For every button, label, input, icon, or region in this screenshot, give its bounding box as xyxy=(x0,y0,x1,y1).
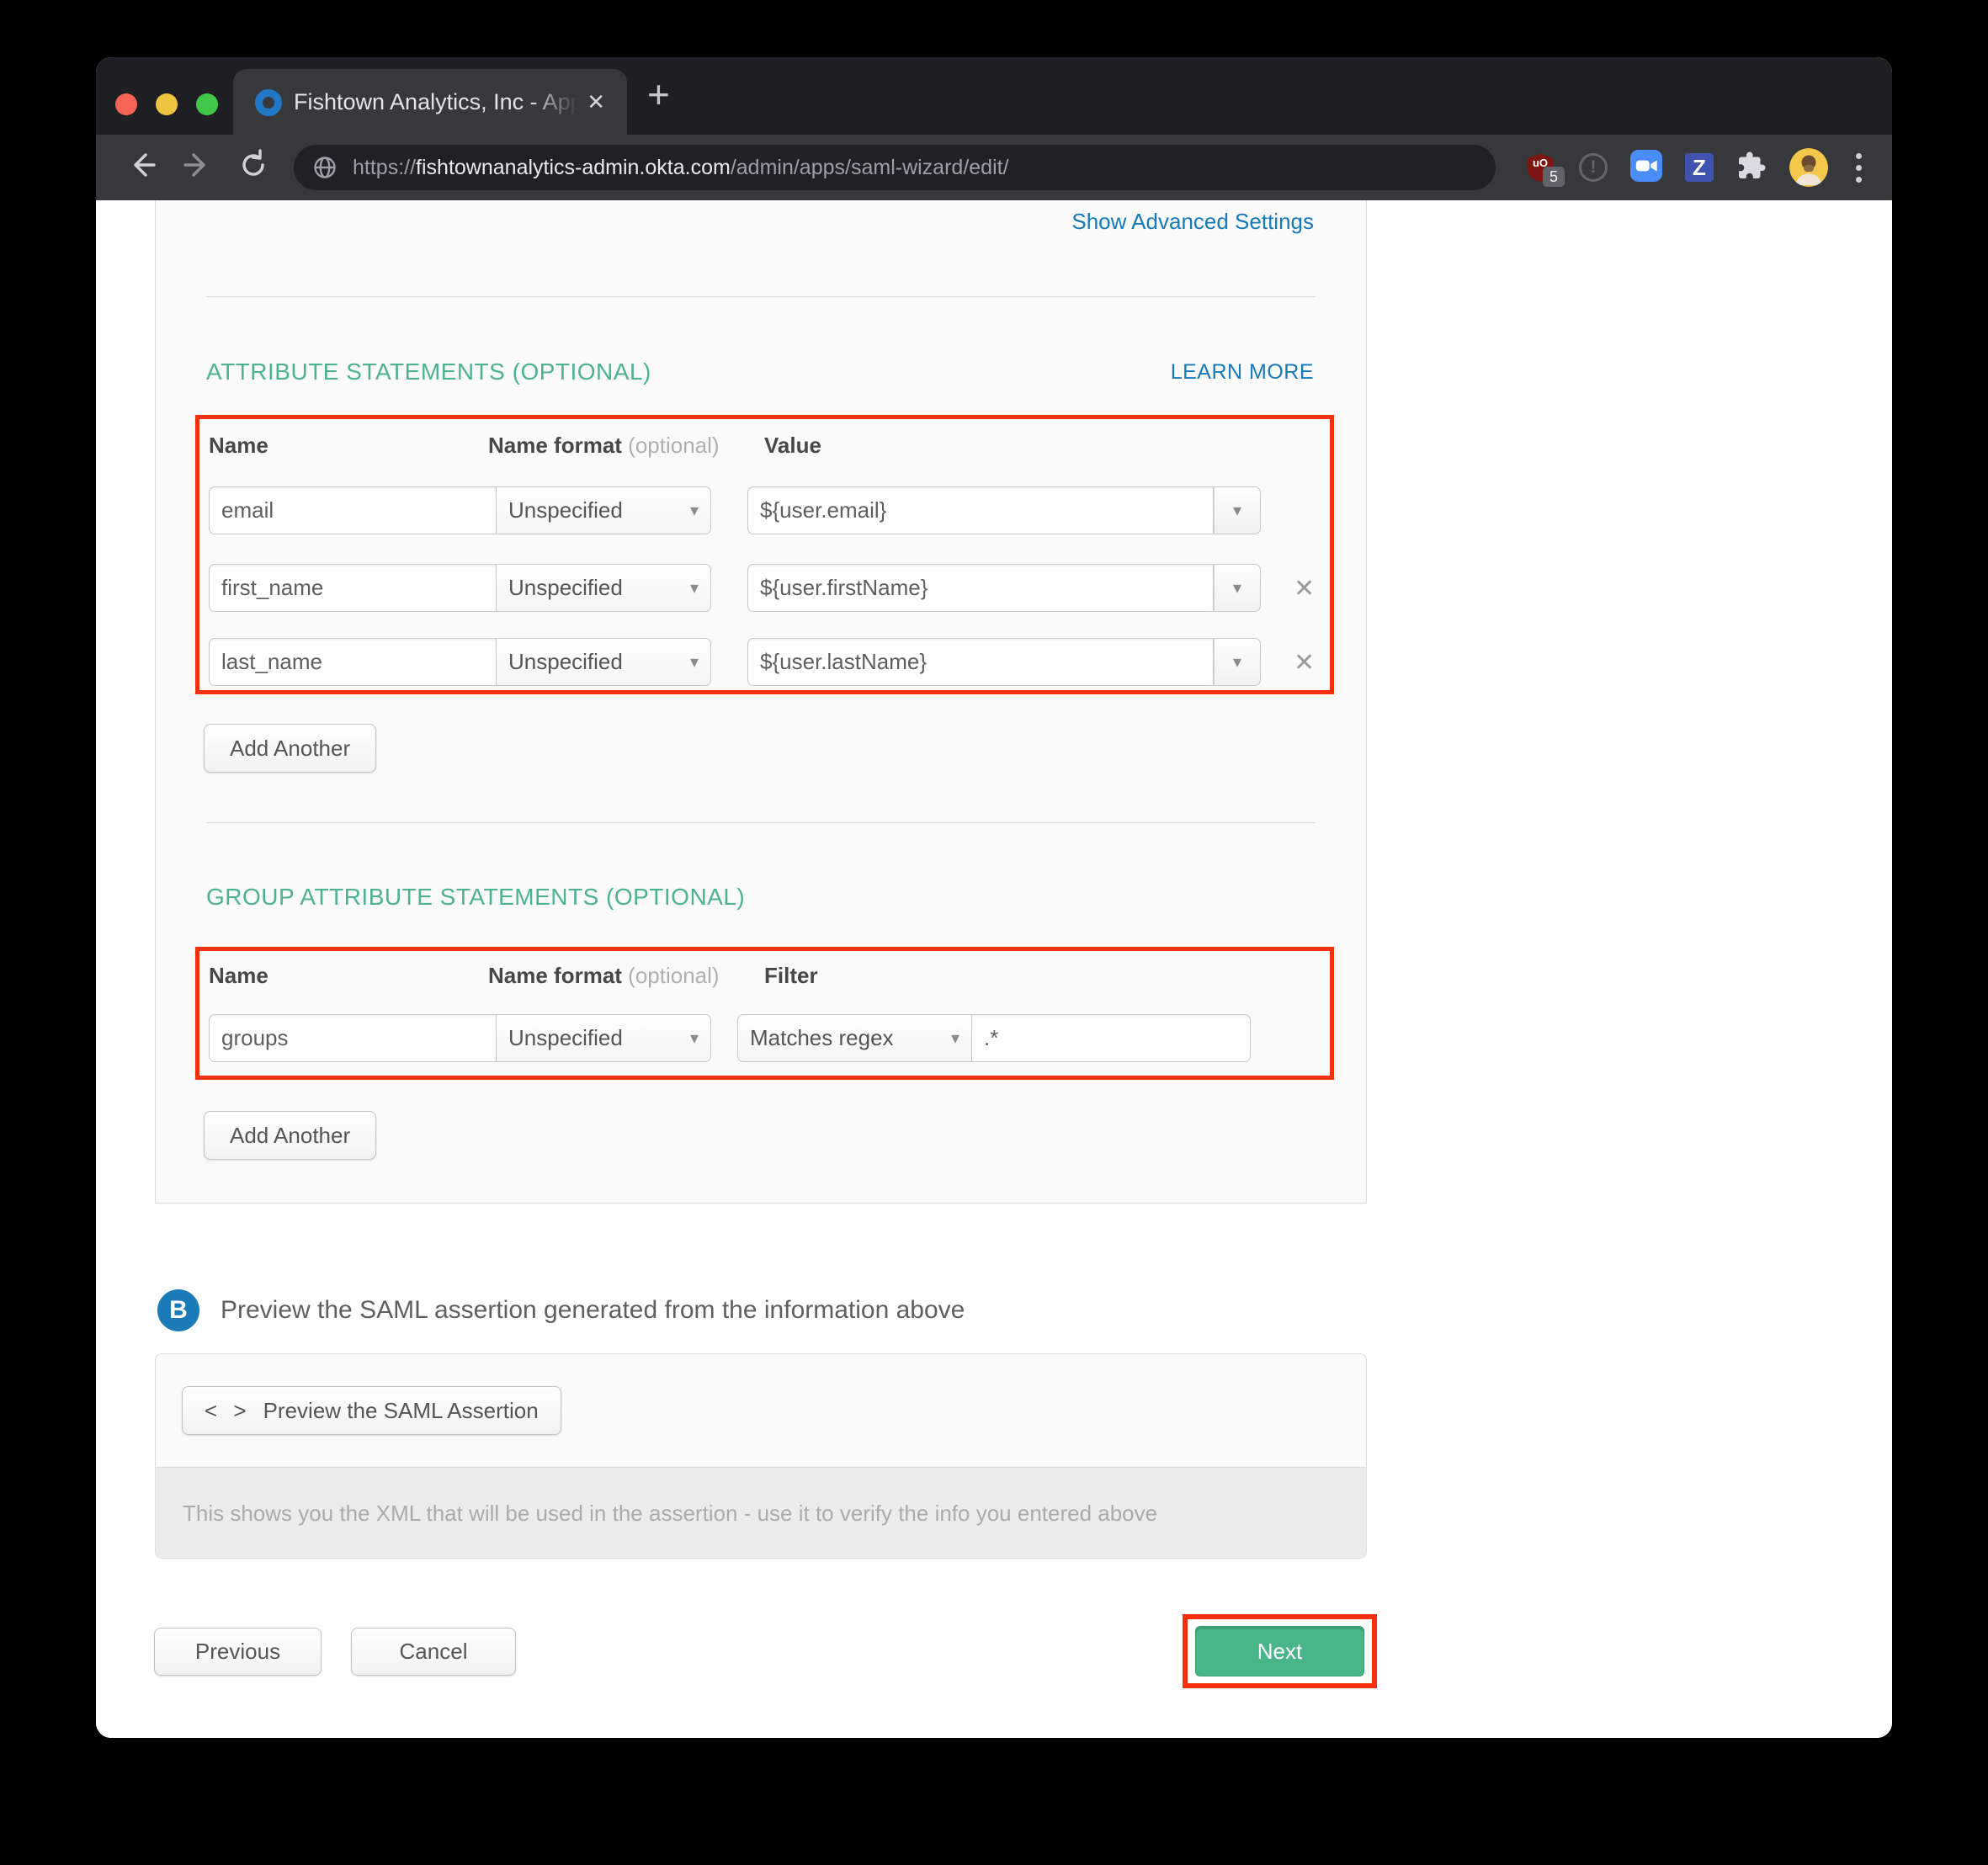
browser-window: Fishtown Analytics, Inc - Applic ✕ + htt… xyxy=(96,57,1892,1738)
code-brackets-icon: < > xyxy=(205,1398,252,1424)
column-header-filter: Filter xyxy=(764,963,818,989)
previous-button[interactable]: Previous xyxy=(154,1628,322,1676)
attribute-row: Unspecified▾ ▾ ✕ xyxy=(199,638,1330,686)
minimize-window-button[interactable] xyxy=(156,93,178,115)
browser-tab[interactable]: Fishtown Analytics, Inc - Applic ✕ xyxy=(233,69,627,135)
group-attribute-row: Unspecified▾ Matches regex▾ xyxy=(199,1014,1330,1062)
page-content: Show Advanced Settings ATTRIBUTE STATEME… xyxy=(96,200,1892,1738)
attribute-value-input[interactable] xyxy=(747,564,1214,612)
cancel-button[interactable]: Cancel xyxy=(351,1628,516,1676)
group-name-input[interactable] xyxy=(209,1014,497,1062)
window-controls xyxy=(115,93,218,115)
divider xyxy=(206,296,1316,297)
attribute-statements-heading: ATTRIBUTE STATEMENTS (OPTIONAL) xyxy=(206,359,651,385)
add-another-button[interactable]: Add Another xyxy=(204,724,376,773)
attribute-row: Unspecified▾ ▾ xyxy=(199,486,1330,534)
url-scheme: https:// xyxy=(353,156,416,179)
learn-more-link[interactable]: LEARN MORE xyxy=(1171,360,1314,385)
attribute-value-dropdown-button[interactable]: ▾ xyxy=(1214,564,1261,612)
tab-close-icon[interactable]: ✕ xyxy=(587,89,605,114)
saml-settings-panel: Show Advanced Settings ATTRIBUTE STATEME… xyxy=(155,200,1367,1203)
divider xyxy=(206,822,1316,823)
browser-tab-bar: Fishtown Analytics, Inc - Applic ✕ + xyxy=(96,57,1892,135)
zoom-extension-icon[interactable] xyxy=(1630,150,1662,186)
preview-hint-area: This shows you the XML that will be used… xyxy=(156,1467,1366,1559)
reload-button[interactable] xyxy=(232,146,274,189)
group-attribute-statements-highlight-box: Name Name format (optional) Filter Unspe… xyxy=(195,947,1334,1080)
step-b-title: Preview the SAML assertion generated fro… xyxy=(221,1296,965,1325)
preview-hint-text: This shows you the XML that will be used… xyxy=(183,1501,1157,1527)
chevron-down-icon: ▾ xyxy=(690,577,699,598)
attribute-name-format-select[interactable]: Unspecified▾ xyxy=(497,564,711,612)
privacy-extension-icon[interactable]: ! xyxy=(1579,153,1608,182)
browser-toolbar: https://fishtownanalytics-admin.okta.com… xyxy=(96,135,1892,200)
show-advanced-settings-link[interactable]: Show Advanced Settings xyxy=(1071,209,1314,234)
profile-avatar[interactable] xyxy=(1789,148,1828,187)
attribute-value-input[interactable] xyxy=(747,486,1214,534)
attribute-name-format-select[interactable]: Unspecified▾ xyxy=(497,638,711,686)
attribute-name-input[interactable] xyxy=(209,638,497,686)
add-another-button[interactable]: Add Another xyxy=(204,1111,376,1160)
attribute-value-dropdown-button[interactable]: ▾ xyxy=(1214,486,1261,534)
step-b-badge: B xyxy=(157,1289,199,1331)
attribute-row: Unspecified▾ ▾ ✕ xyxy=(199,564,1330,612)
attribute-value-dropdown-button[interactable]: ▾ xyxy=(1214,638,1261,686)
close-window-button[interactable] xyxy=(115,93,137,115)
column-header-name: Name xyxy=(209,433,268,459)
ublock-badge: 5 xyxy=(1543,167,1565,187)
next-button[interactable]: Next xyxy=(1195,1626,1364,1676)
tab-title-fade xyxy=(529,81,590,125)
attribute-statements-highlight-box: Name Name format (optional) Value Unspec… xyxy=(195,415,1334,694)
next-button-highlight-box: Next xyxy=(1183,1614,1377,1688)
saml-preview-panel: < >Preview the SAML Assertion This shows… xyxy=(155,1353,1367,1559)
attribute-name-format-select[interactable]: Unspecified▾ xyxy=(497,486,711,534)
url-text: https://fishtownanalytics-admin.okta.com… xyxy=(353,156,1009,180)
z-extension-icon[interactable]: Z xyxy=(1685,153,1714,182)
group-filter-value-input[interactable] xyxy=(972,1014,1251,1062)
attribute-value-input[interactable] xyxy=(747,638,1214,686)
group-filter-type-select[interactable]: Matches regex▾ xyxy=(737,1014,972,1062)
chevron-down-icon: ▾ xyxy=(690,500,699,521)
remove-row-icon[interactable]: ✕ xyxy=(1294,574,1315,603)
preview-saml-assertion-button[interactable]: < >Preview the SAML Assertion xyxy=(182,1386,561,1435)
new-tab-button[interactable]: + xyxy=(647,71,670,118)
url-host: fishtownanalytics-admin.okta.com xyxy=(416,156,731,179)
extensions-puzzle-icon[interactable] xyxy=(1736,151,1767,185)
column-header-name-format: Name format (optional) xyxy=(488,963,720,989)
forward-button[interactable] xyxy=(176,146,218,189)
site-globe-icon xyxy=(312,155,338,180)
url-path: /admin/apps/saml-wizard/edit/ xyxy=(731,156,1009,179)
remove-row-icon[interactable]: ✕ xyxy=(1294,648,1315,677)
column-header-value: Value xyxy=(764,433,821,459)
back-button[interactable] xyxy=(121,146,163,189)
attribute-name-input[interactable] xyxy=(209,486,497,534)
fullscreen-window-button[interactable] xyxy=(196,93,218,115)
okta-favicon-icon xyxy=(255,89,282,116)
attribute-name-input[interactable] xyxy=(209,564,497,612)
chevron-down-icon: ▾ xyxy=(951,1028,959,1049)
column-header-name: Name xyxy=(209,963,268,989)
chevron-down-icon: ▾ xyxy=(690,1028,699,1049)
column-header-name-format: Name format (optional) xyxy=(488,433,720,459)
ublock-extension-icon[interactable]: uO 5 xyxy=(1524,151,1556,183)
address-bar[interactable]: https://fishtownanalytics-admin.okta.com… xyxy=(294,145,1496,190)
group-name-format-select[interactable]: Unspecified▾ xyxy=(497,1014,711,1062)
chevron-down-icon: ▾ xyxy=(690,651,699,672)
group-attribute-statements-heading: GROUP ATTRIBUTE STATEMENTS (OPTIONAL) xyxy=(206,884,745,911)
extensions-area: uO 5 ! Z xyxy=(1524,135,1867,200)
browser-menu-icon[interactable] xyxy=(1851,153,1867,183)
